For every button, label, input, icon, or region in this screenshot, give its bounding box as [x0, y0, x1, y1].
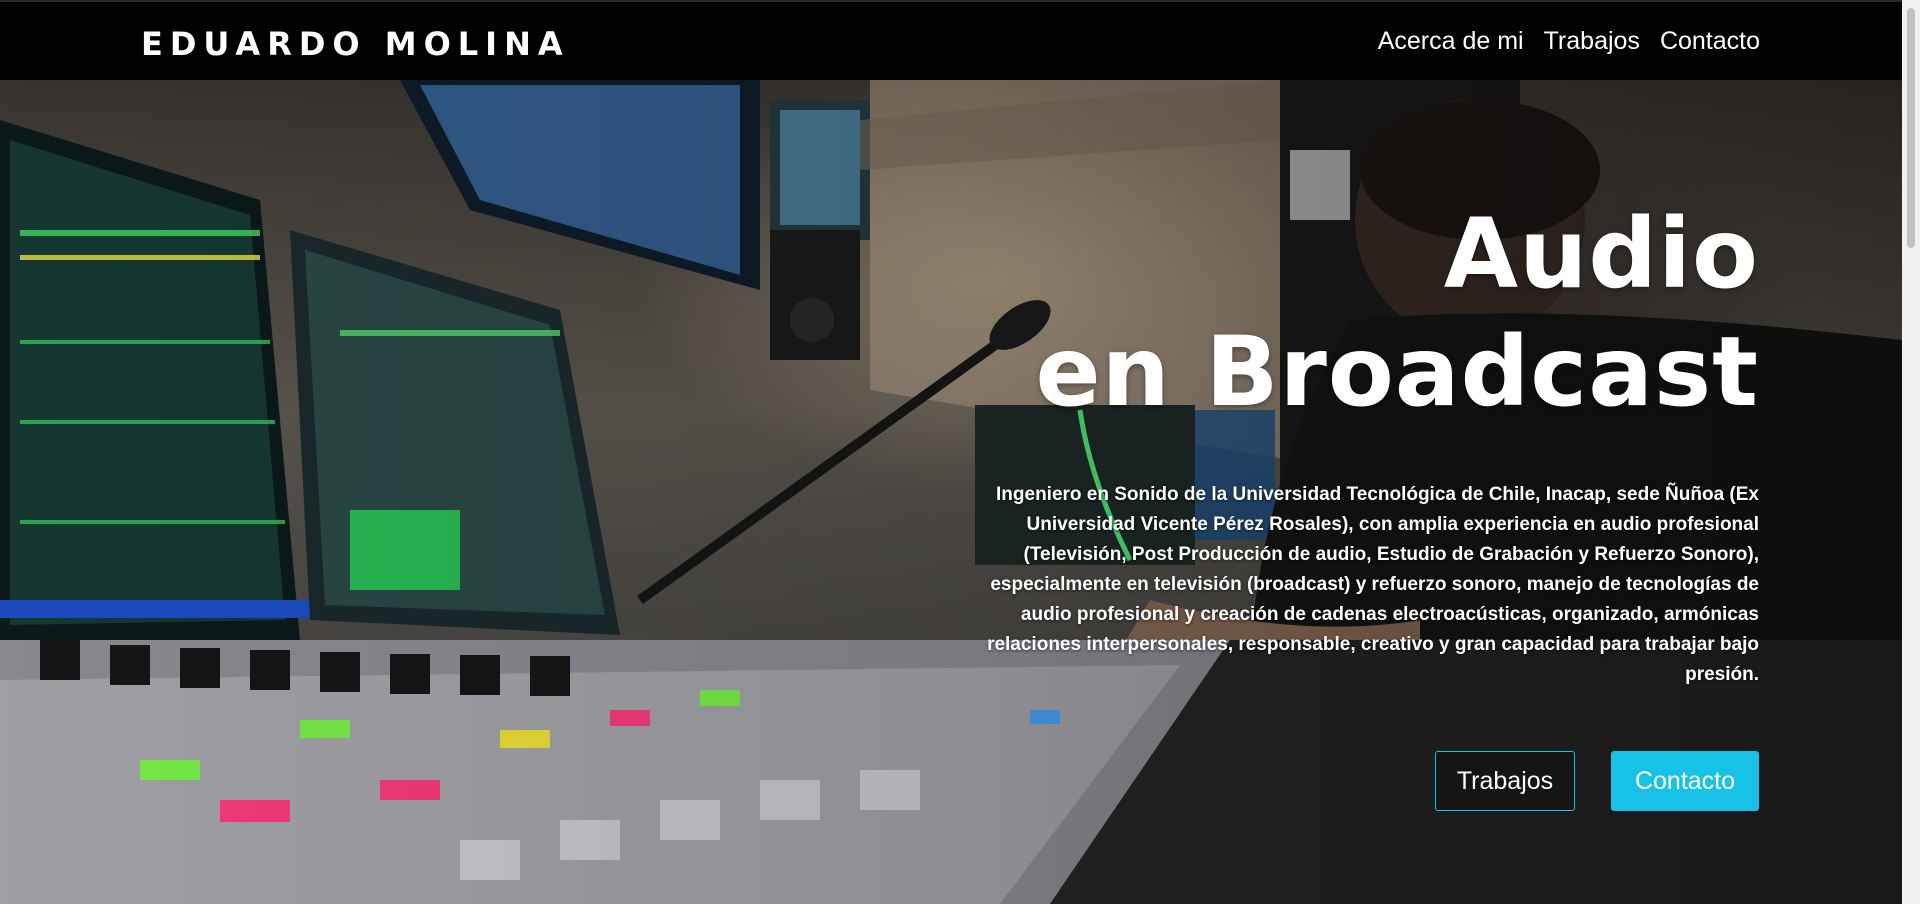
- nav-links: Acerca de mi Trabajos Contacto: [1378, 26, 1760, 56]
- nav-link-works[interactable]: Trabajos: [1544, 26, 1640, 56]
- works-button[interactable]: Trabajos: [1435, 751, 1575, 811]
- scrollbar-thumb[interactable]: [1907, 8, 1915, 248]
- top-navbar: EDUARDO MOLINA Acerca de mi Trabajos Con…: [0, 0, 1902, 80]
- site-brand[interactable]: EDUARDO MOLINA: [141, 26, 570, 62]
- page-scrollbar[interactable]: [1902, 0, 1920, 904]
- hero-title: Audio en Broadcast: [1035, 195, 1759, 431]
- contact-button[interactable]: Contacto: [1611, 751, 1759, 811]
- hero-buttons: Trabajos Contacto: [1435, 751, 1759, 811]
- hero-title-line2: en Broadcast: [1035, 316, 1759, 428]
- hero-title-line1: Audio: [1443, 198, 1759, 310]
- nav-link-about[interactable]: Acerca de mi: [1378, 26, 1524, 56]
- nav-link-contact[interactable]: Contacto: [1660, 26, 1760, 56]
- hero-description: Ingeniero en Sonido de la Universidad Te…: [987, 484, 1759, 685]
- hero-section: Audio en Broadcast Ingeniero en Sonido d…: [0, 80, 1902, 904]
